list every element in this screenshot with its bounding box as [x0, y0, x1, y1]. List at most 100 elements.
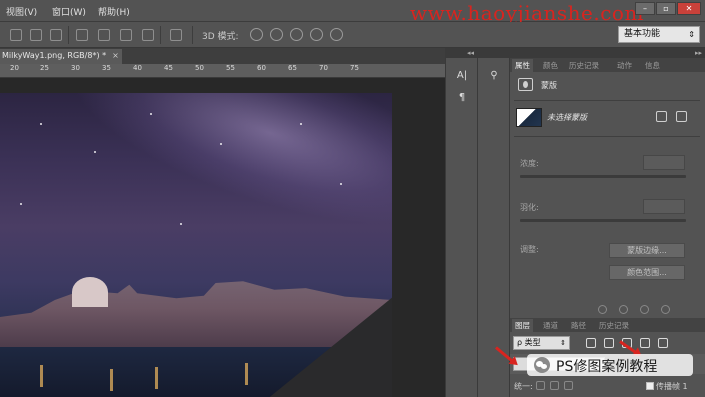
panel-collapse-toggle[interactable]: ▸▸ [510, 48, 705, 58]
ruler-tick-label: 50 [195, 64, 204, 72]
color-range-button[interactable]: 颜色范围... [609, 265, 685, 280]
align-bottom-icon[interactable] [50, 29, 62, 41]
layer-filter-select[interactable]: ρ 类型 ⇕ [513, 336, 570, 350]
separator [68, 26, 69, 44]
lock-label: 统一: [514, 382, 533, 391]
smart-object-filter-icon[interactable] [658, 338, 668, 348]
mask-edge-button[interactable]: 蒙版边缘... [609, 243, 685, 258]
collapsed-panel-strip-2: ⚲ [477, 48, 509, 397]
close-icon[interactable]: × [112, 51, 119, 60]
star [150, 113, 152, 115]
adjust-label: 调整: [520, 245, 539, 254]
feather-field[interactable] [643, 199, 685, 214]
star [220, 143, 222, 145]
unify-visibility-icon[interactable] [550, 381, 559, 390]
density-label: 浓度: [520, 159, 539, 168]
align-top-icon[interactable] [10, 29, 22, 41]
layer-filter-row: ρ 类型 ⇕ [510, 334, 705, 352]
collapsed-panel-strip: ◂◂ A| ¶ [445, 48, 477, 397]
tab-history[interactable]: 历史记录 [566, 59, 602, 72]
divider [514, 100, 700, 101]
milky-way-band [48, 93, 392, 265]
paragraph-panel-icon[interactable]: ¶ [455, 92, 469, 106]
density-slider[interactable] [520, 175, 686, 178]
star [20, 203, 22, 205]
propagate-label: 传播帧 1 [656, 382, 688, 391]
minimize-button[interactable]: – [635, 2, 655, 15]
3d-slide-icon[interactable] [310, 28, 323, 41]
mask-icon [518, 78, 533, 91]
shape-filter-icon[interactable] [640, 338, 650, 348]
ruler-tick-label: 75 [350, 64, 359, 72]
density-field[interactable] [643, 155, 685, 170]
star [340, 183, 342, 185]
canvas-area[interactable] [0, 78, 445, 397]
apply-mask-icon[interactable] [619, 305, 628, 314]
document-tab-label: MilkyWay1.png, RGB/8*) * [2, 51, 107, 60]
options-bar: 3D 模式: 基本功能 ⇕ [0, 22, 705, 48]
tool-presets-icon[interactable]: ⚲ [487, 70, 501, 84]
layers-tabs: 图层 通道 路径 历史记录 [510, 318, 705, 332]
tab-history-2[interactable]: 历史记录 [596, 319, 632, 332]
light-reflection [245, 363, 248, 385]
tab-layers[interactable]: 图层 [512, 319, 533, 332]
distribute-left-icon[interactable] [76, 29, 88, 41]
masks-title: 蒙版 [541, 81, 557, 90]
distribute-right-icon[interactable] [120, 29, 132, 41]
menu-bar: 视图(V) 窗口(W) 帮助(H) www.haoyjianshe.com – … [0, 0, 705, 25]
church-dome [72, 277, 108, 307]
visibility-icon[interactable] [640, 305, 649, 314]
restore-button[interactable]: ▫ [656, 2, 676, 15]
document-tab[interactable]: MilkyWay1.png, RGB/8*) * × [0, 49, 122, 64]
load-selection-icon[interactable] [598, 305, 607, 314]
menu-view[interactable]: 视图(V) [6, 5, 37, 18]
menu-help[interactable]: 帮助(H) [98, 5, 130, 18]
3d-roll-icon[interactable] [270, 28, 283, 41]
align-middle-icon[interactable] [30, 29, 42, 41]
3d-rotate-icon[interactable] [250, 28, 263, 41]
delete-icon[interactable] [661, 305, 670, 314]
pixel-filter-icon[interactable] [586, 338, 596, 348]
collapse-toggle[interactable]: ◂◂ [446, 48, 477, 58]
tab-color[interactable]: 颜色 [540, 59, 561, 72]
pixel-mask-icon[interactable] [656, 111, 667, 122]
close-button[interactable]: ✕ [677, 2, 701, 15]
tab-properties[interactable]: 属性 [512, 59, 533, 72]
milky-way-venice-photo [0, 93, 392, 397]
tab-info[interactable]: 信息 [642, 59, 663, 72]
3d-mode-label: 3D 模式: [202, 32, 239, 42]
distribute-center-icon[interactable] [98, 29, 110, 41]
ruler-tick-label: 35 [102, 64, 111, 72]
adjustment-filter-icon[interactable] [604, 338, 614, 348]
auto-align-icon[interactable] [170, 29, 182, 41]
menu-window[interactable]: 窗口(W) [52, 5, 86, 18]
star [300, 123, 302, 125]
tab-channels[interactable]: 通道 [540, 319, 561, 332]
workspace-select[interactable]: 基本功能 ⇕ [618, 26, 700, 43]
horizontal-ruler: 20 25 30 35 40 45 50 55 60 65 70 75 [0, 64, 445, 78]
ruler-tick-label: 45 [164, 64, 173, 72]
checkbox-icon [646, 382, 654, 390]
city-skyline [0, 277, 392, 351]
feather-slider[interactable] [520, 219, 686, 222]
3d-drag-icon[interactable] [290, 28, 303, 41]
tab-actions[interactable]: 动作 [614, 59, 635, 72]
feather-label: 羽化: [520, 203, 539, 212]
document-tab-strip: MilkyWay1.png, RGB/8*) * × [0, 48, 445, 64]
photoshop-window: 视图(V) 窗口(W) 帮助(H) www.haoyjianshe.com – … [0, 0, 705, 397]
collapse-toggle[interactable] [478, 48, 509, 58]
ruler-tick-label: 55 [226, 64, 235, 72]
divider [514, 136, 700, 137]
unify-position-icon[interactable] [536, 381, 545, 390]
vector-mask-icon[interactable] [676, 111, 687, 122]
propagate-frame-checkbox[interactable]: 传播帧 1 [646, 381, 688, 392]
distribute-width-icon[interactable] [142, 29, 154, 41]
wechat-icon [534, 357, 550, 373]
character-panel-icon[interactable]: A| [455, 70, 469, 84]
tab-paths[interactable]: 路径 [568, 319, 589, 332]
star [40, 123, 42, 125]
mask-status: 未选择蒙版 [547, 113, 587, 122]
3d-scale-icon[interactable] [330, 28, 343, 41]
chevron-down-icon: ⇕ [688, 30, 695, 39]
unify-style-icon[interactable] [564, 381, 573, 390]
